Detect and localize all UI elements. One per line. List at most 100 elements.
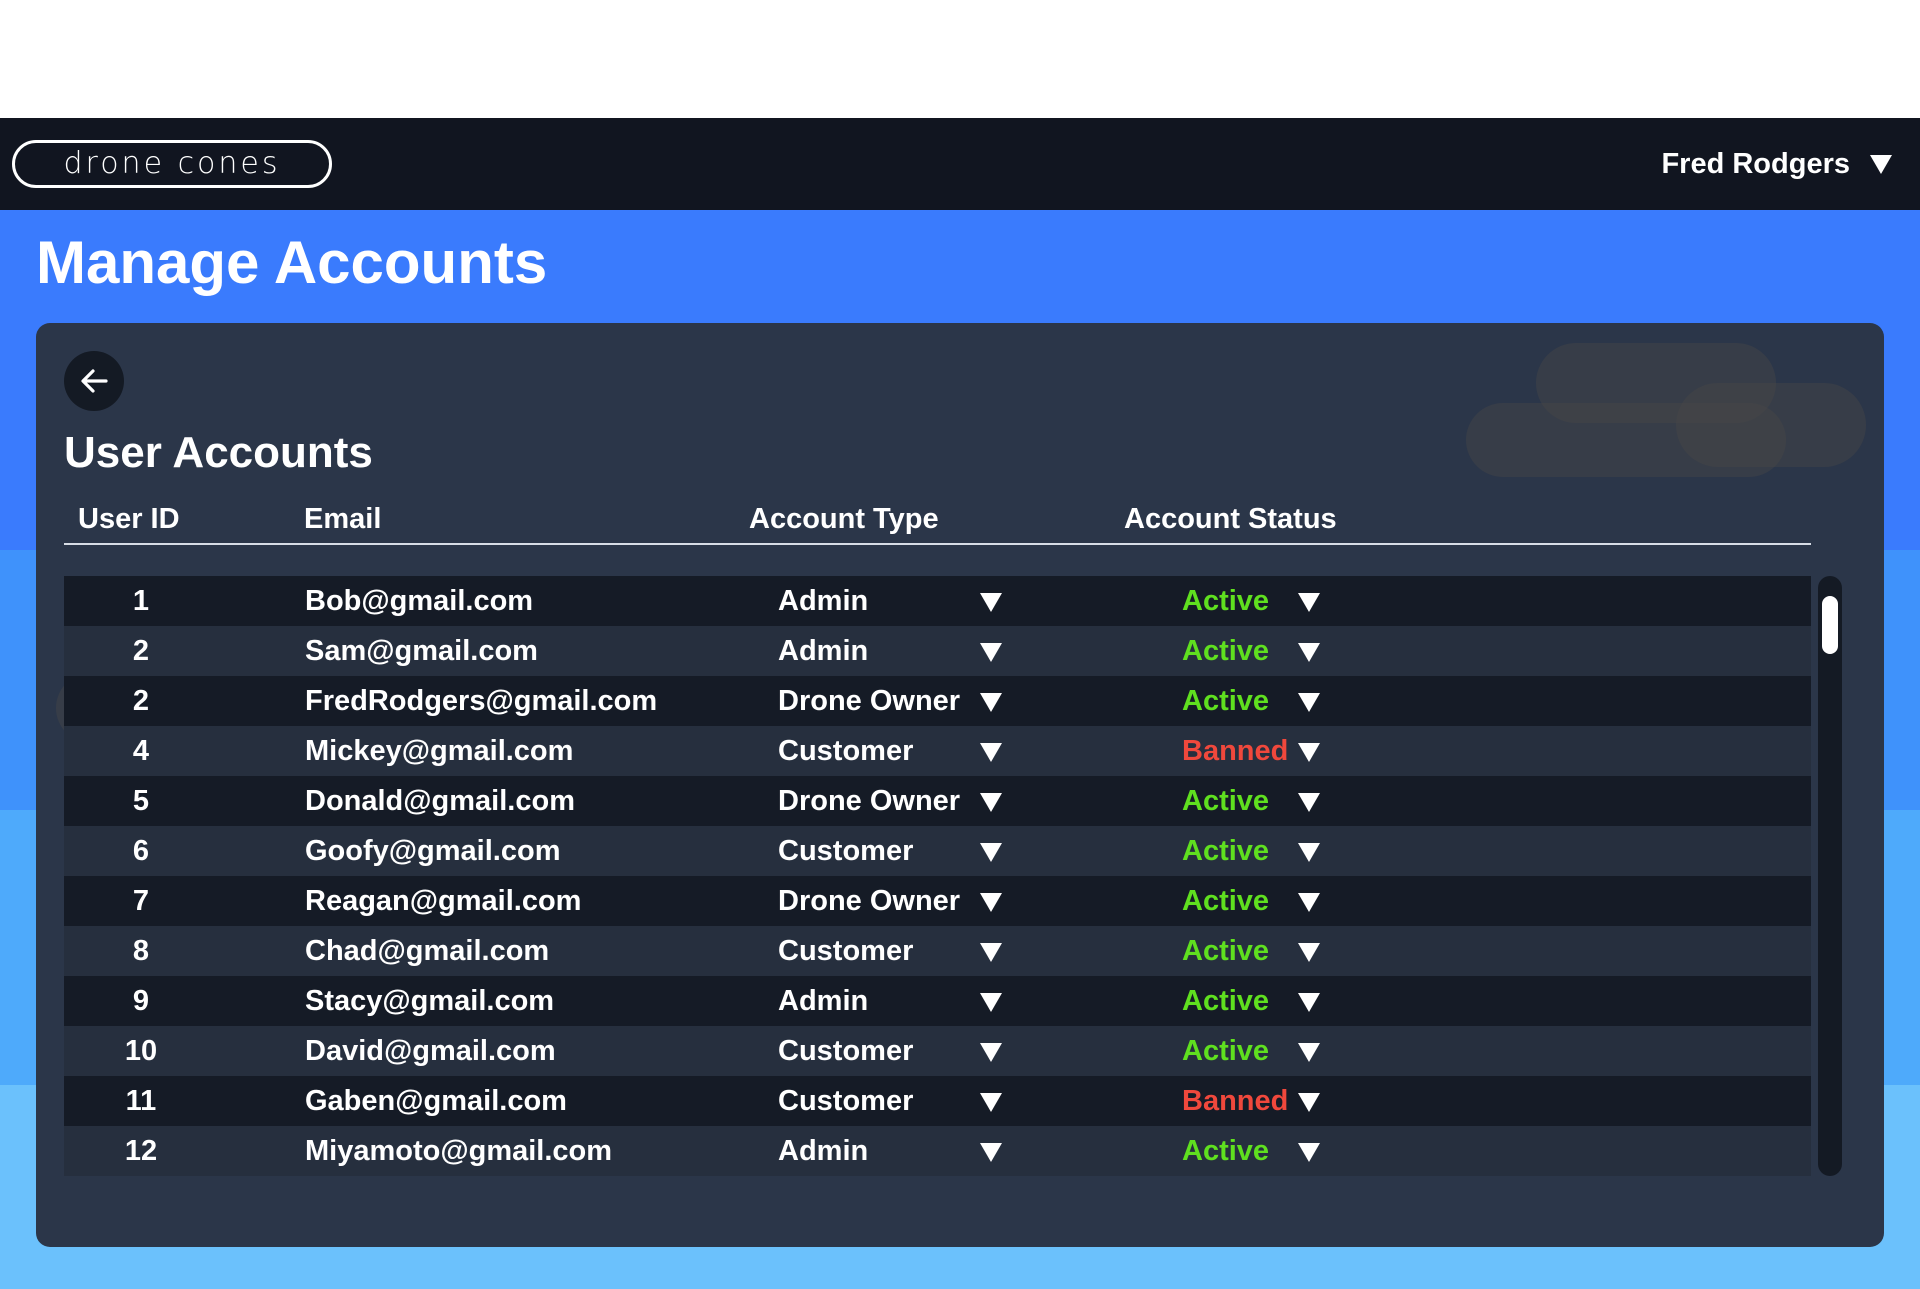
account-status-select[interactable]: Active	[1182, 1126, 1269, 1176]
account-status-dropdown-icon[interactable]	[1298, 576, 1320, 626]
arrow-left-icon	[81, 369, 108, 393]
account-type-select[interactable]: Drone Owner	[778, 676, 960, 726]
email-cell: Reagan@gmail.com	[305, 885, 582, 917]
table-row[interactable]: 10 David@gmail.com Customer Active	[64, 1026, 1811, 1076]
user-id-cell: 2	[132, 685, 150, 717]
account-type-select[interactable]: Admin	[778, 976, 868, 1026]
email-cell: Mickey@gmail.com	[305, 735, 574, 767]
table-row[interactable]: 7 Reagan@gmail.com Drone Owner Active	[64, 876, 1811, 926]
account-type-select[interactable]: Customer	[778, 726, 913, 776]
account-type-dropdown-icon[interactable]	[980, 826, 1002, 876]
account-status-dropdown-icon[interactable]	[1298, 826, 1320, 876]
account-status-select[interactable]: Banned	[1182, 1076, 1288, 1126]
chevron-down-icon	[1870, 154, 1892, 174]
user-id-cell: 9	[132, 985, 150, 1017]
account-type-dropdown-icon[interactable]	[980, 726, 1002, 776]
table-row[interactable]: 9 Stacy@gmail.com Admin Active	[64, 976, 1811, 1026]
table-row[interactable]: 1 Bob@gmail.com Admin Active	[64, 576, 1811, 626]
email-cell: David@gmail.com	[305, 1035, 556, 1067]
account-type-select[interactable]: Admin	[778, 576, 868, 626]
account-type-dropdown-icon[interactable]	[980, 1076, 1002, 1126]
user-id-cell: 2	[132, 635, 150, 667]
email-cell: Bob@gmail.com	[305, 585, 534, 617]
column-header-account-status: Account Status	[1124, 503, 1337, 535]
account-status-dropdown-icon[interactable]	[1298, 626, 1320, 676]
account-type-dropdown-icon[interactable]	[980, 1126, 1002, 1176]
account-type-select[interactable]: Customer	[778, 1076, 913, 1126]
account-status-dropdown-icon[interactable]	[1298, 1076, 1320, 1126]
email-cell: Donald@gmail.com	[305, 785, 575, 817]
user-id-cell: 11	[125, 1085, 157, 1117]
account-status-dropdown-icon[interactable]	[1298, 776, 1320, 826]
account-type-select[interactable]: Customer	[778, 926, 913, 976]
account-status-dropdown-icon[interactable]	[1298, 1026, 1320, 1076]
column-header-user-id: User ID	[78, 503, 180, 535]
table-row[interactable]: 2 Sam@gmail.com Admin Active	[64, 626, 1811, 676]
logo[interactable]: drone cones	[12, 140, 332, 188]
user-id-cell: 5	[132, 785, 150, 817]
email-cell: Gaben@gmail.com	[305, 1085, 567, 1117]
cloud-decoration	[1676, 383, 1866, 467]
user-name: Fred Rodgers	[1661, 147, 1850, 180]
account-status-select[interactable]: Banned	[1182, 726, 1288, 776]
table-row[interactable]: 5 Donald@gmail.com Drone Owner Active	[64, 776, 1811, 826]
table-row[interactable]: 2 FredRodgers@gmail.com Drone Owner Active	[64, 676, 1811, 726]
account-type-dropdown-icon[interactable]	[980, 626, 1002, 676]
table-header: User ID Email Account Type Account Statu…	[64, 503, 1811, 545]
account-type-select[interactable]: Admin	[778, 626, 868, 676]
scrollbar-thumb[interactable]	[1822, 596, 1838, 654]
account-status-select[interactable]: Active	[1182, 676, 1269, 726]
email-cell: Chad@gmail.com	[305, 935, 550, 967]
account-type-dropdown-icon[interactable]	[980, 676, 1002, 726]
accounts-panel: User Accounts User ID Email Account Type…	[36, 323, 1884, 1247]
table-row[interactable]: 8 Chad@gmail.com Customer Active	[64, 926, 1811, 976]
account-status-select[interactable]: Active	[1182, 776, 1269, 826]
account-type-select[interactable]: Drone Owner	[778, 876, 960, 926]
account-type-dropdown-icon[interactable]	[980, 976, 1002, 1026]
table-row[interactable]: 4 Mickey@gmail.com Customer Banned	[64, 726, 1811, 776]
account-status-dropdown-icon[interactable]	[1298, 676, 1320, 726]
user-id-cell: 4	[132, 735, 150, 767]
user-id-cell: 1	[132, 585, 150, 617]
back-button[interactable]	[64, 351, 124, 411]
account-type-dropdown-icon[interactable]	[980, 776, 1002, 826]
account-status-dropdown-icon[interactable]	[1298, 926, 1320, 976]
email-cell: FredRodgers@gmail.com	[305, 685, 658, 717]
table-row[interactable]: 6 Goofy@gmail.com Customer Active	[64, 826, 1811, 876]
account-status-select[interactable]: Active	[1182, 826, 1269, 876]
email-cell: Miyamoto@gmail.com	[305, 1135, 613, 1167]
email-cell: Sam@gmail.com	[305, 635, 538, 667]
user-id-cell: 6	[132, 835, 150, 867]
account-status-dropdown-icon[interactable]	[1298, 1126, 1320, 1176]
user-id-cell: 10	[124, 1035, 158, 1067]
user-id-cell: 8	[132, 935, 150, 967]
top-navbar: drone cones Fred Rodgers	[0, 118, 1920, 210]
user-id-cell: 12	[124, 1135, 158, 1167]
account-status-dropdown-icon[interactable]	[1298, 726, 1320, 776]
table-row[interactable]: 12 Miyamoto@gmail.com Admin Active	[64, 1126, 1811, 1176]
account-type-select[interactable]: Customer	[778, 826, 913, 876]
account-type-dropdown-icon[interactable]	[980, 926, 1002, 976]
account-status-select[interactable]: Active	[1182, 1026, 1269, 1076]
account-status-dropdown-icon[interactable]	[1298, 976, 1320, 1026]
account-type-dropdown-icon[interactable]	[980, 1026, 1002, 1076]
account-status-select[interactable]: Active	[1182, 576, 1269, 626]
email-cell: Goofy@gmail.com	[305, 835, 561, 867]
account-status-dropdown-icon[interactable]	[1298, 876, 1320, 926]
user-menu-button[interactable]: Fred Rodgers	[1661, 118, 1892, 210]
email-cell: Stacy@gmail.com	[305, 985, 555, 1017]
account-status-select[interactable]: Active	[1182, 626, 1269, 676]
account-status-select[interactable]: Active	[1182, 876, 1269, 926]
account-type-select[interactable]: Customer	[778, 1026, 913, 1076]
account-type-dropdown-icon[interactable]	[980, 876, 1002, 926]
column-header-account-type: Account Type	[749, 503, 939, 535]
account-type-dropdown-icon[interactable]	[980, 576, 1002, 626]
scrollbar[interactable]	[1818, 576, 1842, 1176]
table-row[interactable]: 11 Gaben@gmail.com Customer Banned	[64, 1076, 1811, 1126]
section-title: User Accounts	[64, 428, 373, 477]
user-id-cell: 7	[132, 885, 150, 917]
account-type-select[interactable]: Drone Owner	[778, 776, 960, 826]
account-type-select[interactable]: Admin	[778, 1126, 868, 1176]
account-status-select[interactable]: Active	[1182, 926, 1269, 976]
account-status-select[interactable]: Active	[1182, 976, 1269, 1026]
